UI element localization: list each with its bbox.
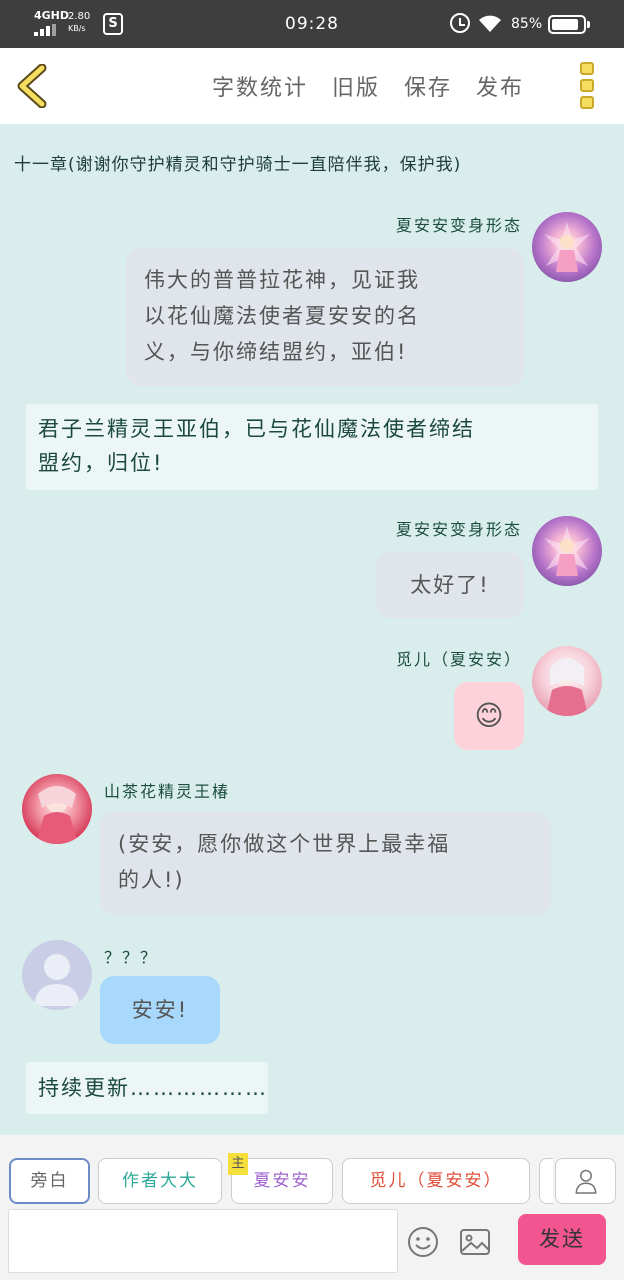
message-line: 的人!)	[118, 868, 185, 892]
message-bubble: 太好了!	[376, 552, 524, 618]
message-line: 义，与你缔结盟约，亚伯!	[144, 340, 408, 364]
chip-mier[interactable]: 觅儿（夏安安）	[342, 1158, 530, 1204]
publish-button[interactable]: 发布	[476, 70, 524, 102]
chapter-title: 十一章(谢谢你守护精灵和守护骑士一直陪伴我，保护我)	[14, 155, 462, 175]
speaker-name: 夏安安变身形态	[395, 216, 522, 235]
back-button[interactable]	[14, 64, 54, 108]
message-line: 伟大的普普拉花神，见证我	[144, 268, 420, 292]
speaker-name: ？？？	[104, 948, 159, 967]
main-role-badge: 主	[228, 1153, 248, 1175]
narration-line: 君子兰精灵王亚伯，已与花仙魔法使者缔结	[38, 417, 475, 441]
send-button[interactable]: 发送	[518, 1214, 606, 1265]
avatar-transform-form[interactable]	[532, 212, 602, 282]
header-actions: 字数统计 旧版 保存 发布	[212, 70, 548, 102]
save-button[interactable]: 保存	[404, 70, 452, 102]
narration-block: 君子兰精灵王亚伯，已与花仙魔法使者缔结 盟约，归位!	[26, 404, 598, 490]
editor-header: 字数统计 旧版 保存 发布	[0, 48, 624, 124]
user-icon	[574, 1169, 597, 1194]
more-menu-icon[interactable]	[580, 62, 600, 112]
composer-bar: 旁白 作者大大 主 夏安安 觅儿（夏安安） 发送	[0, 1135, 624, 1280]
status-bar: 4GHD 2.80 KB/s S 09:28 85%	[0, 0, 624, 48]
chip-xiaanan[interactable]: 主 夏安安	[228, 1153, 333, 1204]
battery-fill	[552, 19, 578, 30]
battery-icon	[548, 15, 590, 34]
wifi-icon	[479, 15, 501, 32]
battery-percent: 85%	[511, 16, 543, 32]
emoji-icon[interactable]	[406, 1225, 440, 1259]
alarm-icon	[450, 13, 470, 33]
default-avatar-icon[interactable]	[22, 940, 92, 1010]
chip-author[interactable]: 作者大大	[98, 1158, 222, 1204]
speaker-name: 觅儿（夏安安）	[395, 650, 522, 669]
speaker-name: 夏安安变身形态	[395, 520, 522, 539]
character-manage-button[interactable]	[555, 1158, 616, 1204]
emoji-bubble: 😊	[454, 682, 524, 750]
word-count-button[interactable]: 字数统计	[212, 70, 308, 102]
message-input[interactable]	[8, 1209, 398, 1273]
chip-partial[interactable]	[539, 1158, 553, 1204]
message-bubble: 安安!	[100, 976, 220, 1044]
narration-block: 持续更新………………	[26, 1062, 268, 1114]
avatar-camellia-king[interactable]	[22, 774, 92, 844]
chip-narration[interactable]: 旁白	[9, 1158, 90, 1204]
message-bubble: 伟大的普普拉花神，见证我 以花仙魔法使者夏安安的名 义，与你缔结盟约，亚伯!	[126, 248, 524, 386]
avatar-mier[interactable]	[532, 646, 602, 716]
image-icon[interactable]	[458, 1225, 492, 1259]
avatar-transform-form[interactable]	[532, 516, 602, 586]
message-line: (安安，愿你做这个世界上最幸福	[118, 832, 451, 856]
old-version-button[interactable]: 旧版	[332, 70, 380, 102]
speaker-name: 山茶花精灵王椿	[104, 782, 231, 801]
message-line: 以花仙魔法使者夏安安的名	[144, 304, 420, 328]
message-bubble: (安安，愿你做这个世界上最幸福 的人!)	[100, 812, 551, 915]
narration-line: 盟约，归位!	[38, 451, 164, 475]
chip-label: 夏安安	[253, 1171, 311, 1191]
